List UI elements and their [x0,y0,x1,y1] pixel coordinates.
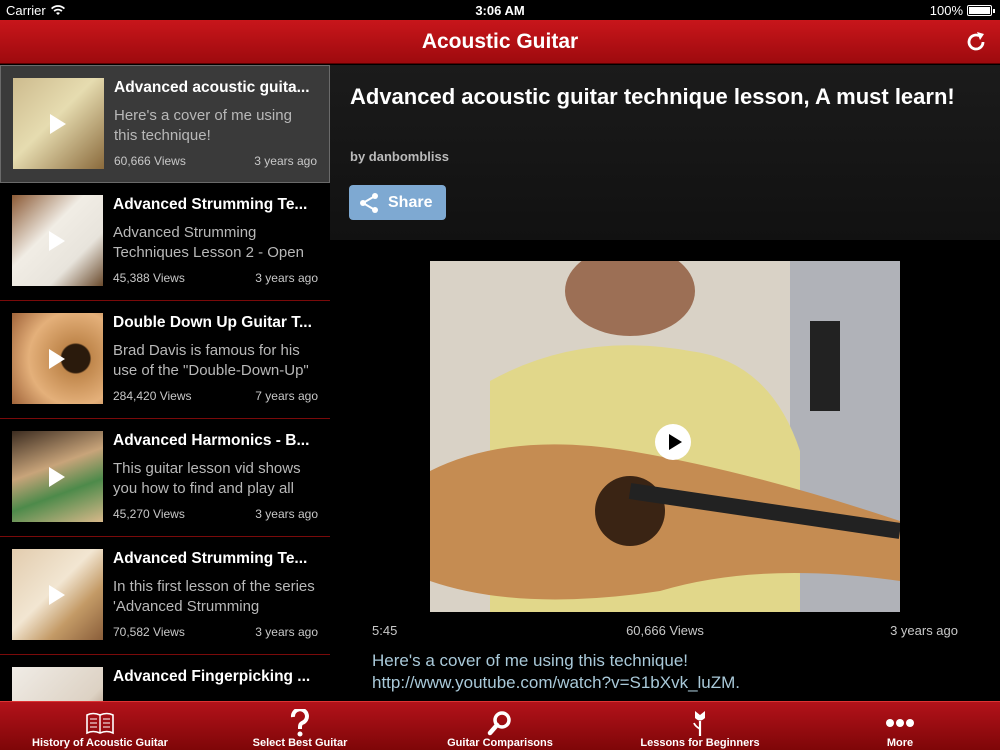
book-icon [85,709,115,737]
tab-bar: History of Acoustic Guitar Select Best G… [0,701,1000,750]
play-icon [49,349,65,369]
more-dots-icon [885,709,915,737]
tab-label: Guitar Comparisons [447,737,553,749]
item-title: Advanced Strumming Te... [113,196,308,213]
item-description: This guitar lesson vid shows you how to … [113,460,301,497]
item-description: Here's a cover of me using this techniqu… [114,107,292,144]
item-title: Advanced acoustic guita... [114,79,310,96]
video-thumbnail [12,549,103,640]
share-icon [360,192,378,213]
status-time: 3:06 AM [475,3,525,18]
video-thumbnail [12,313,103,404]
navigation-bar: Acoustic Guitar [0,20,1000,64]
item-age: 3 years ago [255,271,318,285]
tab-label: More [886,737,914,749]
item-views: 45,388 Views [113,271,185,285]
battery-percent: 100% [929,3,963,18]
app-window: Carrier 3:06 AM 100% Acoustic Guitar Adv… [0,0,1000,750]
list-item[interactable]: Advanced Strumming Te... In this first l… [0,537,330,655]
play-icon [49,467,65,487]
list-item[interactable]: Double Down Up Guitar T... Brad Davis is… [0,301,330,419]
tab-guitar-comparisons[interactable]: Guitar Comparisons [400,702,600,750]
item-title: Advanced Harmonics - B... [113,432,310,449]
magnifier-icon [487,709,513,737]
play-button[interactable] [655,424,691,460]
description-link[interactable]: http://www.youtube.com/watch?v=S1bXvk_lu… [372,672,982,694]
status-bar: Carrier 3:06 AM 100% [0,0,1000,20]
item-title: Advanced Strumming Te... [113,550,308,567]
video-thumbnail [13,78,104,169]
tab-lessons-for-beginners[interactable]: Lessons for Beginners [600,702,800,750]
description-line: Here's a cover of me using this techniqu… [372,651,689,670]
status-right: 100% [929,3,995,18]
page-title: Acoustic Guitar [421,30,579,53]
item-description: Advanced Strumming Techniques Lesson 2 -… [113,224,304,261]
item-views: 70,582 Views [113,625,185,639]
refresh-button[interactable] [962,28,990,56]
detail-header: Advanced acoustic guitar technique lesso… [330,65,1000,240]
item-age: 3 years ago [255,625,318,639]
refresh-icon [967,32,985,51]
tab-label: History of Acoustic Guitar [32,737,168,749]
question-icon [289,709,311,737]
play-icon [50,114,66,134]
video-age: 3 years ago [890,623,958,638]
item-age: 7 years ago [255,389,318,403]
share-button[interactable]: Share [349,185,446,220]
video-description: Here's a cover of me using this techniqu… [372,650,982,694]
video-player[interactable] [430,261,900,612]
battery-icon [967,5,995,16]
play-icon [49,231,65,251]
item-age: 3 years ago [255,507,318,521]
play-icon [49,585,65,605]
video-author: by danbombliss [350,149,449,164]
video-thumbnail [12,667,103,701]
tab-more[interactable]: More [800,702,1000,750]
video-list[interactable]: Advanced acoustic guita... Here's a cove… [0,65,330,701]
item-age: 3 years ago [254,154,317,168]
item-title: Advanced Fingerpicking ... [113,668,311,685]
share-label: Share [388,193,433,211]
tab-select-best-guitar[interactable]: Select Best Guitar [200,702,400,750]
item-description: In this first lesson of the series 'Adva… [113,578,315,615]
video-thumbnail [12,431,103,522]
list-item[interactable]: Advanced Harmonics - B... This guitar le… [0,419,330,537]
item-views: 284,420 Views [113,389,192,403]
tab-label: Lessons for Beginners [640,737,760,749]
item-views: 45,270 Views [113,507,185,521]
item-views: 60,666 Views [114,154,186,168]
flower-icon [691,709,709,737]
list-item[interactable]: Advanced Strumming Te... Advanced Strumm… [0,183,330,301]
video-title: Advanced acoustic guitar technique lesso… [350,84,955,109]
list-item[interactable]: Advanced Fingerpicking ... [0,655,330,701]
list-item[interactable]: Advanced acoustic guita... Here's a cove… [0,65,330,183]
video-detail: Advanced acoustic guitar technique lesso… [330,65,1000,701]
item-description: Brad Davis is famous for his use of the … [113,342,309,379]
video-thumbnail [12,195,103,286]
tab-history[interactable]: History of Acoustic Guitar [0,702,200,750]
tab-label: Select Best Guitar [252,737,348,749]
battery-level [969,7,990,14]
item-title: Double Down Up Guitar T... [113,314,312,331]
